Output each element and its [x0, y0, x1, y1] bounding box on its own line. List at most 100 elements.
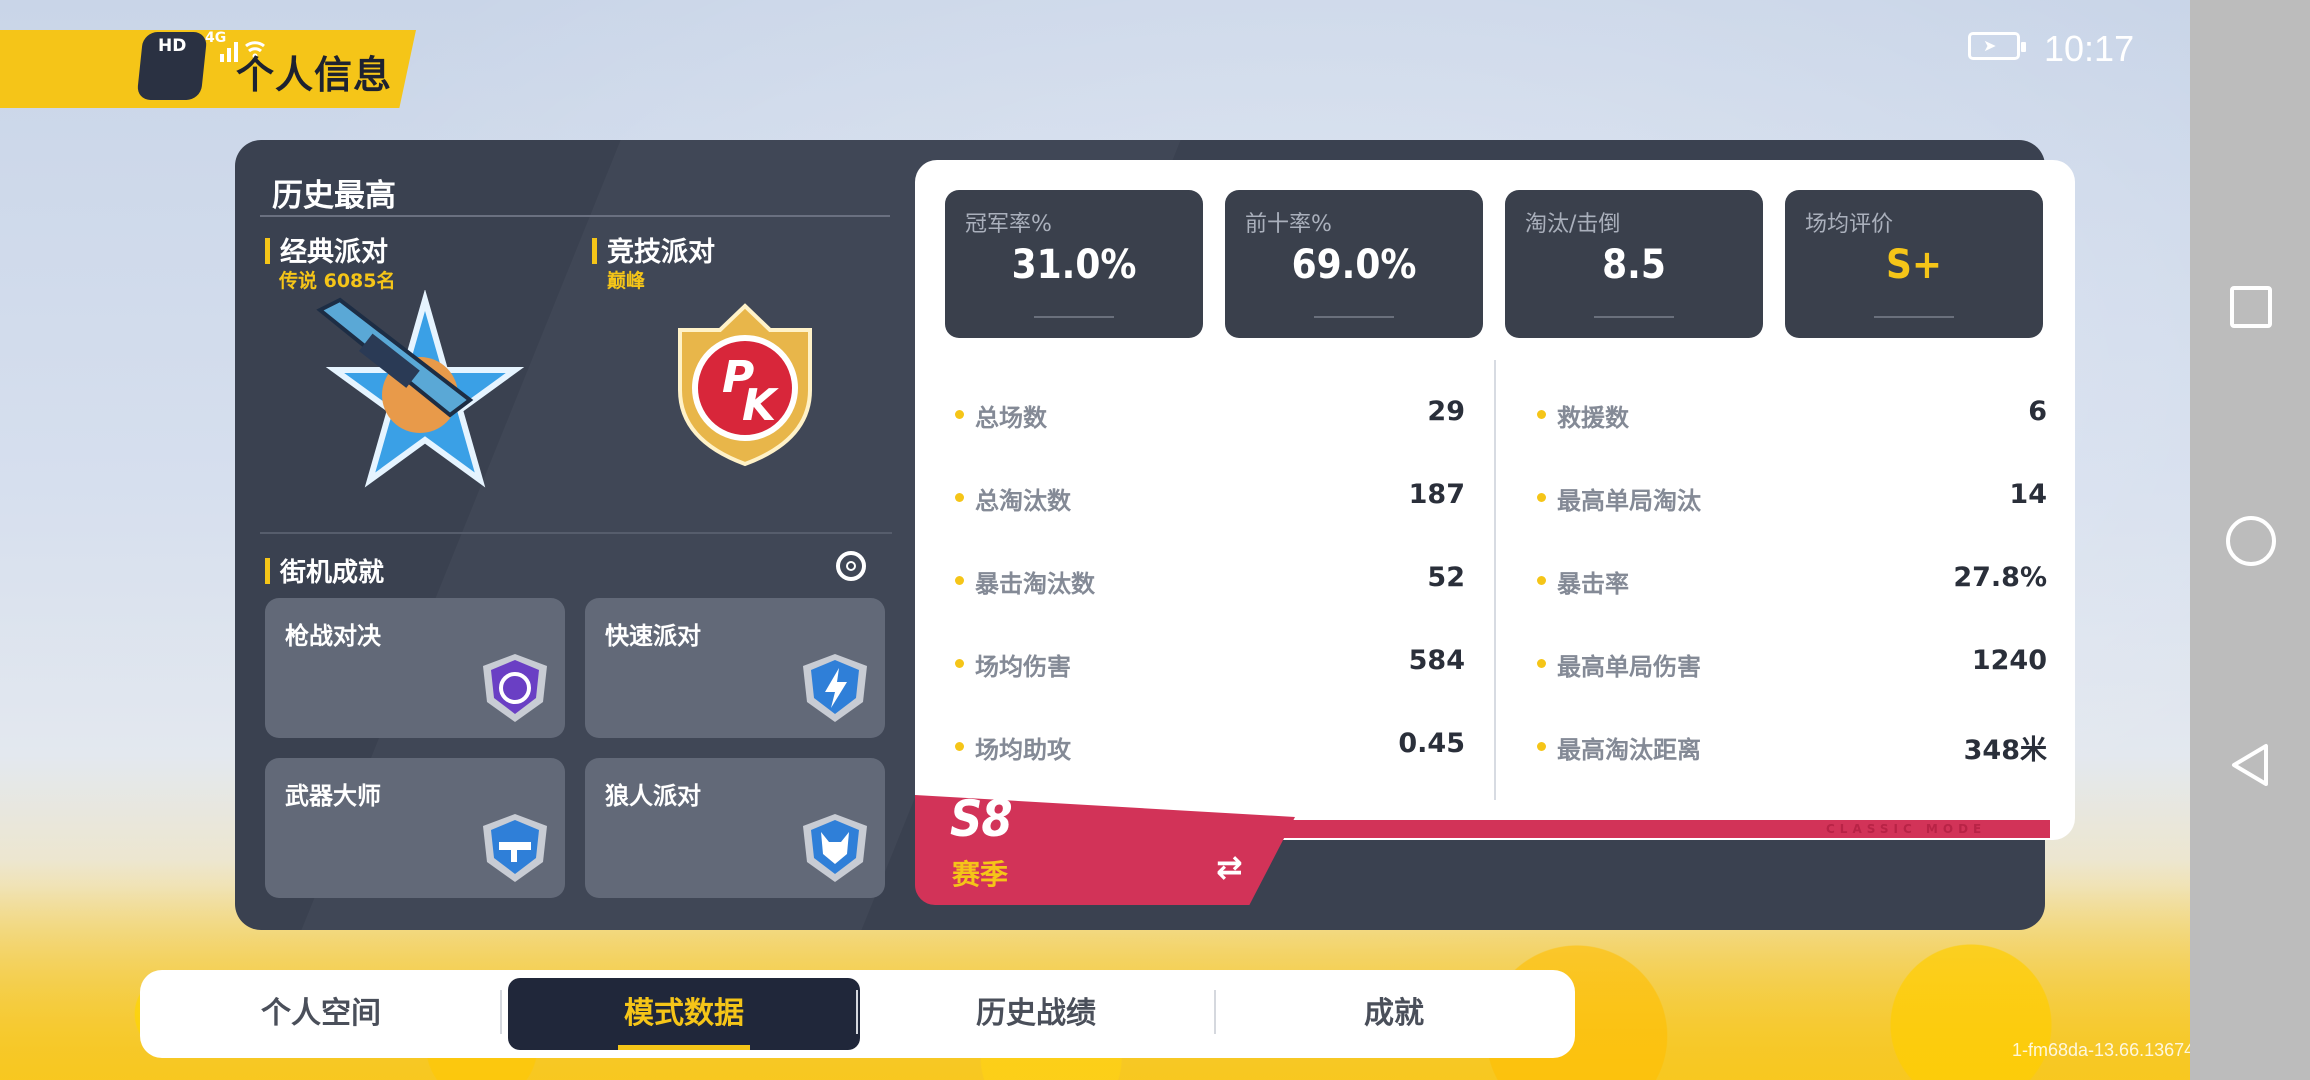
status-time: 10:17	[2044, 28, 2135, 69]
arcade-card-label: 枪战对决	[285, 622, 381, 650]
season-code: S8	[950, 790, 1013, 848]
tab-divider	[1214, 990, 1216, 1034]
stat-row: 最高单局伤害 1240	[1537, 643, 2047, 683]
arcade-card-weapon-master[interactable]: 武器大师	[265, 758, 565, 898]
page-title: 个人信息	[236, 53, 393, 97]
stat-row: 总淘汰数 187	[955, 477, 1465, 517]
divider	[260, 215, 890, 217]
tab-divider	[856, 990, 858, 1034]
tab-mode-data[interactable]: 模式数据	[508, 978, 860, 1050]
divider	[1034, 316, 1114, 318]
stat-label: 救援数	[1557, 404, 1629, 432]
arcade-title-label: 街机成就	[280, 558, 385, 588]
divider	[1874, 316, 1954, 318]
season-label: 赛季	[952, 858, 1009, 891]
hd-badge: HD	[158, 36, 187, 56]
weapon-badge-icon	[483, 814, 547, 882]
summary-card: 冠军率% 31.0%	[945, 190, 1203, 338]
arcade-card-werewolf-party[interactable]: 狼人派对	[585, 758, 885, 898]
gunfight-badge-icon	[483, 654, 547, 722]
stat-value: 6	[2028, 396, 2047, 427]
gear-icon[interactable]	[836, 551, 866, 581]
classic-mode-title: 经典派对	[265, 230, 388, 269]
stat-value: 52	[1427, 562, 1465, 593]
arcade-card-label: 快速派对	[605, 622, 701, 650]
peak-rank-icon[interactable]: P K	[660, 300, 830, 470]
stat-label: 暴击淘汰数	[975, 570, 1095, 598]
legend-rank-icon[interactable]	[300, 290, 530, 490]
stat-label: 场均助攻	[975, 736, 1071, 764]
stat-row: 场均伤害 584	[955, 643, 1465, 683]
stat-value: 29	[1427, 396, 1465, 427]
summary-label: 前十率%	[1245, 212, 1332, 237]
home-icon[interactable]	[2226, 516, 2276, 566]
stat-value: 348米	[1963, 735, 2047, 766]
recents-icon[interactable]	[2230, 286, 2272, 328]
classic-rank: 传说 6085名	[279, 270, 396, 292]
bullet-icon	[1537, 410, 1546, 419]
summary-value: 8.5	[1602, 242, 1666, 288]
classic-mode-watermark: CLASSIC MODE	[1826, 822, 1987, 836]
tab-achievements[interactable]: 成就	[1218, 978, 1570, 1050]
stat-value: 14	[2009, 479, 2047, 510]
competitive-rank: 巅峰	[607, 270, 646, 292]
summary-card: 前十率% 69.0%	[1225, 190, 1483, 338]
competitive-mode-title: 竞技派对	[592, 230, 715, 269]
bullet-icon	[955, 659, 964, 668]
summary-value: 31.0%	[1011, 242, 1137, 288]
stat-label: 最高单局伤害	[1557, 653, 1701, 681]
stat-value: 1240	[1971, 645, 2047, 676]
stat-value: 0.45	[1398, 728, 1465, 759]
build-id: 1-fm68da-13.66.1367431	[2012, 1040, 2215, 1060]
stat-label: 总场数	[975, 404, 1047, 432]
divider	[260, 532, 892, 534]
divider	[1314, 316, 1394, 318]
history-best-title: 历史最高	[272, 178, 396, 214]
summary-grade: S+	[1885, 242, 1943, 288]
system-nav-bar	[2190, 0, 2310, 1080]
stat-value: 27.8%	[1953, 562, 2047, 593]
stat-row: 最高淘汰距离 348米	[1537, 726, 2047, 766]
stat-value: 584	[1408, 645, 1465, 676]
summary-label: 淘汰/击倒	[1525, 212, 1621, 237]
stat-value: 187	[1408, 479, 1465, 510]
stat-label: 总淘汰数	[975, 487, 1071, 515]
stat-label: 最高淘汰距离	[1557, 736, 1701, 764]
arcade-card-gunfight[interactable]: 枪战对决	[265, 598, 565, 738]
arcade-title: 街机成就	[265, 552, 384, 589]
back-triangle-icon[interactable]	[2228, 742, 2274, 788]
arcade-card-quick-party[interactable]: 快速派对	[585, 598, 885, 738]
stat-row: 总场数 29	[955, 394, 1465, 434]
stat-row: 暴击淘汰数 52	[955, 560, 1465, 600]
stat-label: 场均伤害	[975, 653, 1071, 681]
tab-match-history[interactable]: 历史战绩	[860, 978, 1212, 1050]
bullet-icon	[955, 493, 964, 502]
stat-label: 暴击率	[1557, 570, 1629, 598]
competitive-mode-label: 竞技派对	[607, 237, 715, 268]
wolf-badge-icon	[803, 814, 867, 882]
stat-row: 救援数 6	[1537, 394, 2047, 434]
bullet-icon	[955, 410, 964, 419]
arcade-card-label: 狼人派对	[605, 782, 701, 810]
arcade-card-label: 武器大师	[285, 782, 381, 810]
swap-icon[interactable]: ⇄	[1216, 848, 1243, 886]
bullet-icon	[955, 576, 964, 585]
summary-label: 冠军率%	[965, 212, 1052, 237]
divider	[1594, 316, 1674, 318]
bullet-icon	[955, 742, 964, 751]
bullet-icon	[1537, 742, 1546, 751]
summary-value: 69.0%	[1291, 242, 1417, 288]
bullet-icon	[1537, 659, 1546, 668]
tab-personal-space[interactable]: 个人空间	[145, 978, 497, 1050]
stat-row: 场均助攻 0.45	[955, 726, 1465, 766]
stat-label: 最高单局淘汰	[1557, 487, 1701, 515]
summary-card: 场均评价 S+	[1785, 190, 2043, 338]
stat-row: 暴击率 27.8%	[1537, 560, 2047, 600]
column-divider	[1494, 360, 1496, 800]
battery-icon: ➤	[1968, 32, 2026, 60]
lightning-badge-icon	[803, 654, 867, 722]
bullet-icon	[1537, 576, 1546, 585]
svg-text:K: K	[742, 380, 779, 431]
summary-label: 场均评价	[1805, 212, 1894, 237]
stat-row: 最高单局淘汰 14	[1537, 477, 2047, 517]
